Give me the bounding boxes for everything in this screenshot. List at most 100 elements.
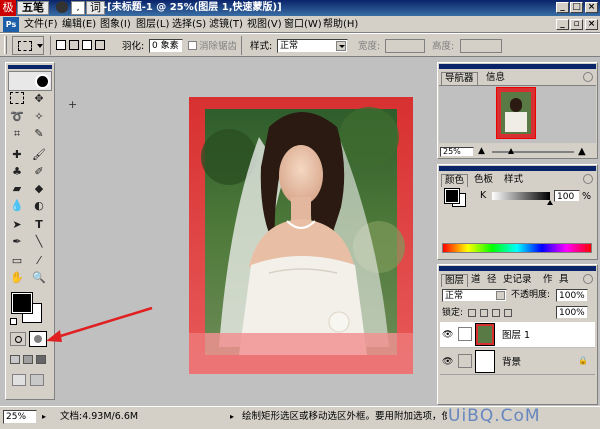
menu-filter[interactable]: 滤镜(T) (209, 18, 243, 31)
tab-info[interactable]: 信息 (483, 72, 508, 84)
paint-bucket-tool-icon[interactable]: ◆ (30, 180, 48, 197)
layer-name[interactable]: 图层 1 (502, 329, 530, 342)
menu-select[interactable]: 选择(S) (172, 18, 206, 31)
zoom-slider-handle[interactable] (508, 148, 514, 154)
tab-brushes[interactable]: 具 (556, 274, 572, 286)
feather-input[interactable]: 0 象素 (149, 39, 183, 53)
style-select[interactable]: 正常 (277, 39, 348, 53)
panel-menu-icon[interactable] (583, 274, 593, 284)
zoom-out-icon[interactable]: ▲ (478, 147, 488, 157)
style-dropdown-button[interactable] (336, 41, 346, 51)
clone-stamp-tool-icon[interactable]: ♣ (8, 163, 26, 180)
color-ramp[interactable] (442, 243, 592, 253)
lock-all-icon[interactable] (504, 309, 512, 317)
status-zoom-input[interactable]: 25% (3, 410, 37, 424)
dodge-tool-icon[interactable]: ◐ (30, 197, 48, 214)
lock-position-icon[interactable] (492, 309, 500, 317)
menu-window[interactable]: 窗口(W) (284, 18, 322, 31)
opacity-input[interactable]: 100% (556, 289, 588, 302)
navigator-panel-titlebar[interactable] (439, 64, 596, 69)
slice-tool-icon[interactable]: ✎ (30, 125, 48, 142)
screen-mode-standard-icon[interactable] (10, 355, 20, 364)
menu-edit[interactable]: 编辑(E) (62, 18, 96, 31)
tab-layers[interactable]: 图层 (441, 274, 469, 287)
doc-restore-icon[interactable]: ▫ (570, 19, 583, 30)
blur-tool-icon[interactable]: 💧 (8, 197, 26, 214)
fill-input[interactable]: 100% (556, 306, 588, 319)
eyedropper-tool-icon[interactable]: ⁄ (30, 252, 48, 269)
tab-styles[interactable]: 样式 (501, 174, 526, 186)
menu-layer[interactable]: 图层(L) (136, 18, 169, 31)
k-slider-handle[interactable] (547, 200, 553, 205)
menu-help[interactable]: 帮助(H) (323, 18, 358, 31)
eraser-tool-icon[interactable]: ▰ (8, 180, 26, 197)
tab-channels[interactable]: 道 (468, 274, 484, 286)
ime-punctuation-icon[interactable]: , (71, 1, 85, 15)
layer-link-slot[interactable] (458, 354, 472, 368)
screen-mode-full-menu-icon[interactable] (23, 355, 33, 364)
minimize-icon[interactable]: _ (556, 2, 569, 13)
status-menu-icon[interactable]: ▸ (230, 410, 238, 423)
marquee-tool-icon[interactable] (10, 92, 24, 104)
ime-wubi-button[interactable]: 五笔 (17, 1, 49, 15)
pen-tool-icon[interactable]: ✒ (8, 233, 26, 250)
tab-actions[interactable]: 作 (540, 274, 556, 286)
brush-tool-icon[interactable]: 🖌 (30, 146, 48, 163)
lock-transparency-icon[interactable] (468, 309, 476, 317)
notes-tool-icon[interactable]: ▭ (8, 252, 26, 269)
layer-link-slot[interactable] (458, 327, 472, 341)
menu-file[interactable]: 文件(F) (24, 18, 58, 31)
eye-icon[interactable]: 👁 (442, 358, 453, 367)
zoom-in-icon[interactable]: ▲ (578, 147, 588, 157)
screen-mode-full-icon[interactable] (36, 355, 46, 364)
layer-row[interactable]: 👁 图层 1 (440, 322, 595, 348)
navigator-thumbnail[interactable] (496, 87, 536, 139)
doc-close-icon[interactable]: × (585, 19, 598, 30)
close-icon[interactable]: × (585, 2, 598, 13)
tab-navigator[interactable]: 导航器 (441, 72, 478, 85)
line-tool-icon[interactable]: ╲ (30, 233, 48, 250)
layers-panel-titlebar[interactable] (439, 266, 596, 271)
color-panel-titlebar[interactable] (439, 166, 596, 171)
eye-icon[interactable]: 👁 (442, 331, 453, 340)
toolbox-titlebar[interactable] (8, 65, 52, 69)
menu-image[interactable]: 图象(I) (100, 18, 131, 31)
layer-name[interactable]: 背景 (502, 356, 521, 369)
tab-swatches[interactable]: 色板 (471, 174, 496, 186)
tab-color[interactable]: 颜色 (441, 174, 469, 187)
path-selection-tool-icon[interactable]: ➤ (8, 216, 26, 233)
lasso-tool-icon[interactable]: ➰ (8, 108, 26, 125)
navigator-zoom-input[interactable]: 25% (440, 147, 474, 157)
default-colors-icon[interactable] (10, 318, 17, 325)
intersect-selection-icon[interactable] (95, 40, 105, 50)
new-selection-icon[interactable] (56, 40, 66, 50)
standard-mode-button[interactable] (10, 332, 26, 346)
foreground-color-swatch[interactable] (11, 292, 33, 314)
antialias-checkbox[interactable] (188, 41, 197, 50)
status-arrow-icon[interactable]: ▸ (42, 410, 52, 423)
blend-mode-select[interactable]: 正常 (442, 289, 507, 302)
panel-menu-icon[interactable] (583, 72, 593, 82)
blend-mode-dropdown-button[interactable] (496, 291, 505, 300)
hand-tool-icon[interactable]: ✋ (8, 269, 26, 286)
color-fg-swatch[interactable] (444, 188, 460, 204)
tool-preset-picker[interactable] (12, 36, 44, 55)
move-tool-icon[interactable]: ✥ (30, 90, 48, 107)
history-brush-tool-icon[interactable]: ✐ (30, 163, 48, 180)
maximize-icon[interactable]: □ (570, 2, 583, 13)
subtract-selection-icon[interactable] (82, 40, 92, 50)
healing-brush-tool-icon[interactable]: ✚ (8, 146, 26, 163)
add-selection-icon[interactable] (69, 40, 79, 50)
ime-moon-icon[interactable] (56, 1, 68, 13)
zoom-tool-icon[interactable]: 🔍 (30, 269, 48, 286)
jump-to-imageready-icon[interactable] (12, 374, 26, 386)
doc-minimize-icon[interactable]: _ (556, 19, 569, 30)
photoshop-eye-logo-icon[interactable] (8, 71, 52, 91)
ime-logo-icon[interactable]: 极 (0, 0, 16, 16)
options-grip[interactable] (4, 36, 7, 54)
zoom-slider[interactable] (492, 151, 574, 153)
imageready-eye-icon[interactable] (30, 374, 44, 386)
tab-paths[interactable]: 径 (484, 274, 500, 286)
k-value-input[interactable]: 100 (554, 190, 580, 202)
k-slider-track[interactable] (492, 192, 550, 200)
